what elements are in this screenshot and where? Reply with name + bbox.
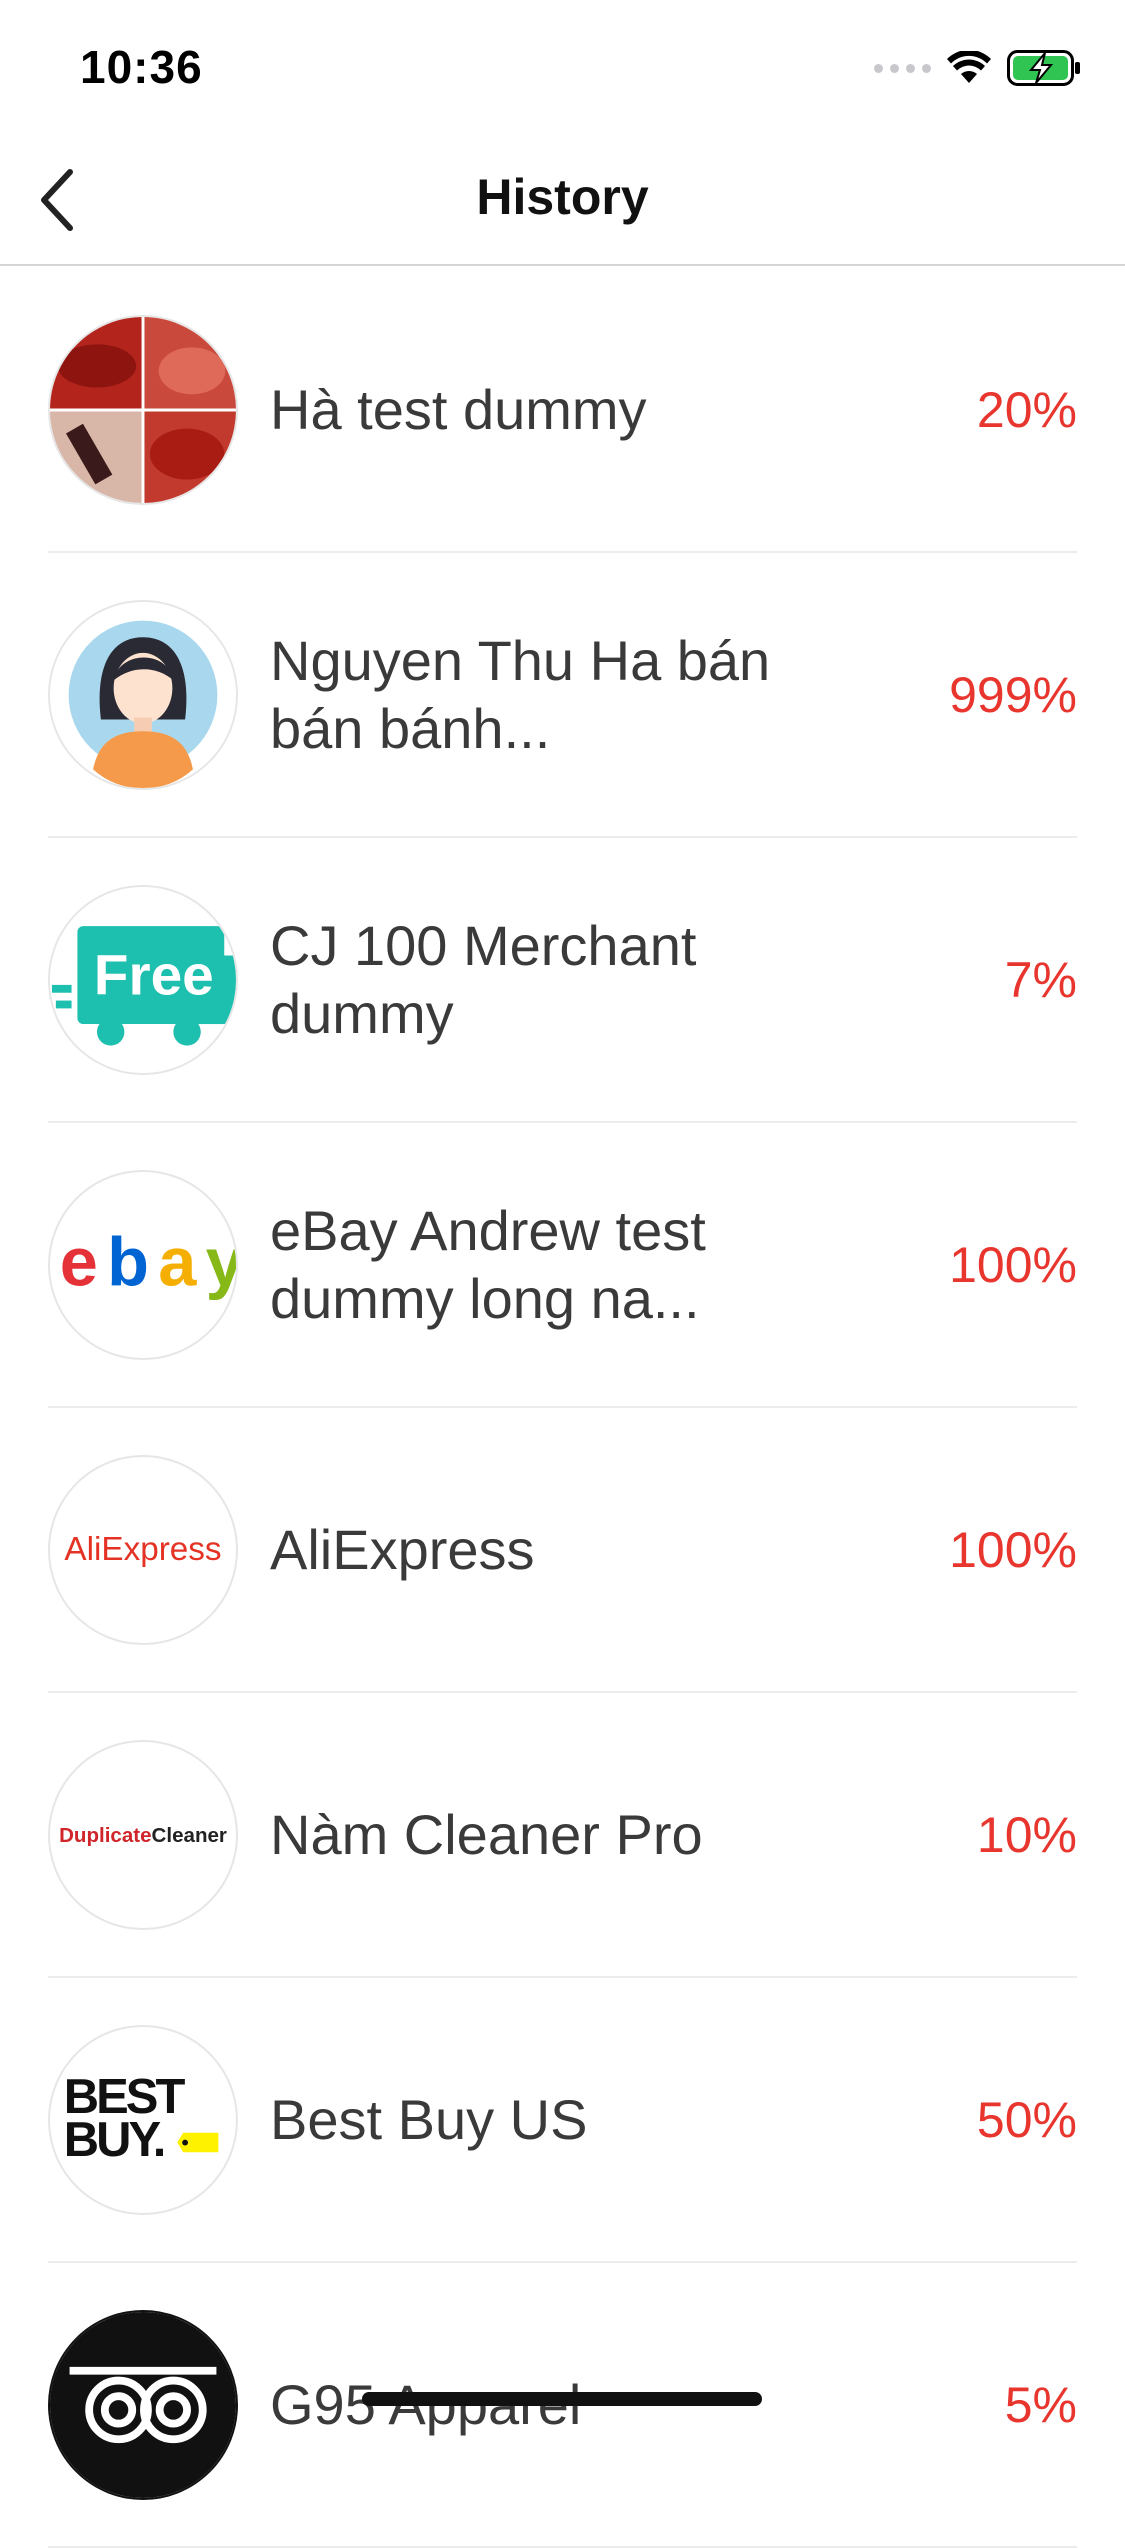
ebay-letter-e: e [60,1223,96,1300]
history-item-name: Hà test dummy [270,377,647,441]
svg-text:e b a: e b a y [60,1223,236,1300]
ebay-letter-a: a [158,1223,197,1300]
history-row-cj-100-merchant[interactable]: Free CJ 100 Merchant dummy 7% [48,838,1077,1123]
history-item-name: eBay Andrew test dummy long na... [270,1198,706,1330]
history-list: Hà test dummy 20% Nguyen Thu Ha bán bán … [0,268,1125,2548]
cellular-signal-icon [874,63,931,73]
duplicate-cleaner-logo: DuplicateCleaner [48,1739,238,1930]
history-row-ha-test-dummy[interactable]: Hà test dummy 20% [48,268,1077,553]
history-item-percent: 10% [976,1806,1077,1863]
wifi-icon [947,51,991,83]
bestbuy-line-2: BUY. [64,2113,164,2167]
battery-charging-icon [1007,50,1080,86]
svg-text:DuplicateCleaner: DuplicateCleaner [59,1823,227,1846]
cleaner-word: Cleaner [152,1823,227,1846]
history-item-name: AliExpress [270,1517,535,1581]
history-item-percent: 20% [976,381,1077,438]
history-item-name: Nàm Cleaner Pro [270,1802,703,1866]
history-item-percent: 100% [949,1236,1077,1293]
best-buy-logo: BEST BUY. [48,2024,238,2215]
navigation-bar: History [0,132,1125,266]
page-title: History [476,169,649,225]
history-item-percent: 50% [976,2091,1077,2148]
history-row-nguyen-thu-ha[interactable]: Nguyen Thu Ha bán bán bánh... 999% [48,553,1077,838]
aliexpress-logo: AliExpress [48,1454,238,1645]
history-item-name: CJ 100 Merchant dummy [270,913,697,1045]
ebay-letter-b: b [107,1223,147,1300]
duplicate-word: Duplicate [59,1823,151,1846]
history-item-percent: 999% [949,666,1077,723]
ebay-letter-y: y [206,1223,236,1300]
g95-logo [48,2309,238,2500]
status-bar: 10:36 [0,0,1125,132]
free-logo-text: Free [94,944,214,1007]
free-shipping-truck-logo: Free [48,884,238,1075]
history-row-nam-cleaner-pro[interactable]: DuplicateCleaner Nàm Cleaner Pro 10% [48,1693,1077,1978]
history-row-best-buy-us[interactable]: BEST BUY. Best Buy US 50% [48,1978,1077,2263]
history-item-percent: 5% [1004,2376,1077,2433]
history-row-aliexpress[interactable]: AliExpress AliExpress 100% [48,1408,1077,1693]
status-icons [874,46,1081,90]
history-item-name: Best Buy US [270,2087,588,2151]
lipstick-photo-avatar [48,314,238,505]
history-item-name: Nguyen Thu Ha bán bán bánh... [270,628,771,760]
status-time: 10:36 [80,41,203,93]
home-indicator[interactable] [362,2392,762,2406]
aliexpress-logo-text: AliExpress [64,1530,221,1567]
history-item-percent: 100% [949,1521,1077,1578]
history-item-percent: 7% [1004,951,1077,1008]
user-avatar [48,599,238,790]
history-row-ebay[interactable]: e b a y eBay Andrew test dummy long na..… [48,1123,1077,1408]
ebay-logo: e b a y [48,1169,238,1360]
